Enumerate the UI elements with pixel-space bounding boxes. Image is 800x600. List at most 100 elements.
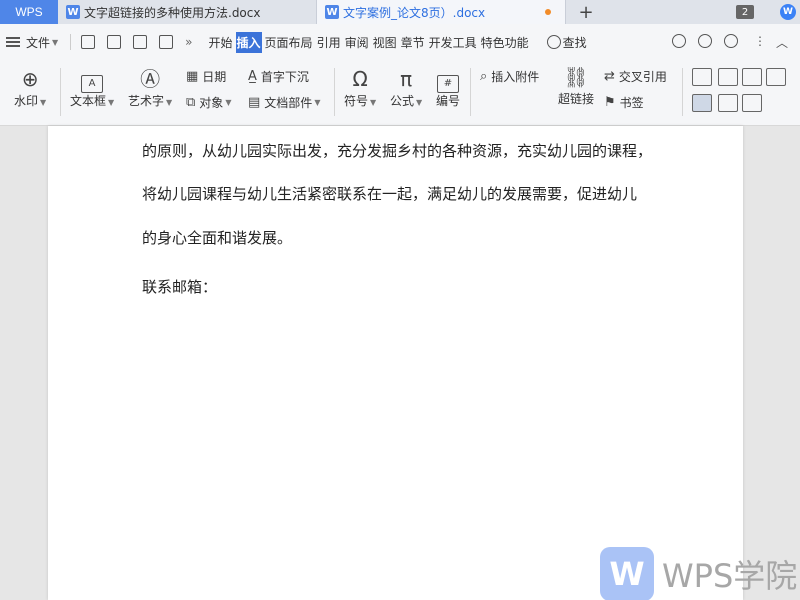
image-field-icon[interactable]	[718, 94, 738, 112]
tab-review[interactable]: 审阅	[344, 32, 370, 53]
tab-bar: WPS W 文字超链接的多种使用方法.docx W 文字案例_论文8页）.doc…	[0, 0, 800, 24]
watermark-label: 水印	[14, 94, 39, 108]
link-icon: ⛓	[563, 65, 589, 89]
divider	[470, 68, 471, 116]
chevron-down-icon: ▼	[40, 98, 47, 107]
search-button[interactable]: 查找	[541, 34, 587, 51]
tab-special[interactable]: 特色功能	[480, 32, 530, 53]
wordart-button[interactable]: Ⓐ 艺术字 ▼	[128, 66, 172, 109]
window-count-badge[interactable]: 2	[736, 5, 754, 19]
object-label: 对象	[199, 96, 224, 110]
menu-bar: 文件 ▼ » 开始 插入 页面布局 引用 审阅 视图 章节 开发工具 特色功能 …	[0, 24, 800, 60]
tab-spacer	[606, 0, 736, 24]
wps-home-tab[interactable]: WPS	[0, 0, 58, 24]
insert-attachment-button[interactable]: ⌕ 插入附件	[480, 68, 539, 85]
chevron-down-icon: ▼	[370, 98, 377, 107]
hamburger-icon	[6, 37, 20, 47]
chevron-down-icon: ▼	[108, 98, 115, 107]
dropcap-icon: A̲	[248, 69, 257, 84]
print-icon[interactable]	[133, 35, 148, 49]
wordart-icon: Ⓐ	[140, 67, 161, 91]
checkbox-icon[interactable]	[718, 68, 738, 86]
tab-references[interactable]: 引用	[316, 32, 342, 53]
tab-developer[interactable]: 开发工具	[428, 32, 478, 53]
symbol-button[interactable]: Ω 符号 ▼	[344, 66, 376, 109]
new-tab-button[interactable]: +	[566, 0, 606, 24]
wps-account-icon[interactable]: W	[780, 4, 796, 20]
chevron-down-icon: ▼	[314, 98, 321, 107]
unsaved-dot-icon	[545, 9, 551, 15]
bookmark-label: 书签	[619, 96, 644, 110]
crossref-button[interactable]: ⇄ 交叉引用	[604, 68, 667, 85]
document-tab-2[interactable]: W 文字案例_论文8页）.docx	[316, 0, 566, 24]
textbox-label: 文本框	[70, 94, 107, 108]
wps-academy-watermark: W WPS学院	[600, 547, 797, 600]
print-preview-icon[interactable]	[159, 35, 174, 49]
divider	[60, 68, 61, 116]
save-icon[interactable]	[81, 35, 96, 49]
paragraph-line[interactable]: 将幼儿园课程与幼儿生活紧密联系在一起，满足幼儿的发展需要，促进幼儿	[142, 183, 637, 204]
page-icon[interactable]	[766, 68, 786, 86]
lock-icon[interactable]	[742, 94, 762, 112]
menu-tabs: 开始 插入 页面布局 引用 审阅 视图 章节 开发工具 特色功能	[207, 31, 531, 53]
attachment-label: 插入附件	[491, 70, 540, 84]
wordart-label: 艺术字	[128, 94, 165, 108]
divider	[682, 68, 683, 116]
formula-button[interactable]: π 公式 ▼	[390, 66, 422, 109]
docpart-label: 文档部件	[264, 96, 313, 110]
search-icon	[546, 35, 561, 49]
watermark-button[interactable]: ⊕ 水印 ▼	[14, 66, 46, 109]
search-label: 查找	[562, 35, 587, 50]
textbox-button[interactable]: A 文本框 ▼	[70, 66, 114, 109]
divider	[334, 68, 335, 116]
omega-icon: Ω	[352, 67, 368, 91]
header-icon[interactable]	[692, 94, 712, 112]
add-user-icon[interactable]	[697, 33, 712, 48]
tab-insert[interactable]: 插入	[235, 31, 262, 53]
tab-view[interactable]: 视图	[372, 32, 398, 53]
document-area: 的原则，从幼儿园实际出发，充分发掘乡村的各种资源，充实幼儿园的课程， 将幼儿园课…	[0, 126, 800, 600]
document-tab-1-title: 文字超链接的多种使用方法.docx	[84, 5, 261, 20]
word-doc-icon: W	[66, 5, 80, 19]
tab-home[interactable]: 开始	[208, 32, 234, 53]
numbering-button[interactable]: # 编号	[436, 66, 460, 109]
hyperlink-button[interactable]: ⛓ 超链接	[558, 64, 594, 107]
bookmark-button[interactable]: ⚑ 书签	[604, 94, 644, 111]
header-footer-icon[interactable]	[692, 68, 712, 86]
dropcap-button[interactable]: A̲ 首字下沉	[248, 68, 309, 85]
file-menu-label: 文件	[26, 35, 51, 50]
share-icon[interactable]	[723, 33, 738, 48]
docpart-icon: ▤	[248, 95, 261, 110]
tab-page-layout[interactable]: 页面布局	[264, 32, 314, 53]
crossref-label: 交叉引用	[618, 70, 667, 84]
format-painter-icon[interactable]	[107, 35, 122, 49]
chevron-down-icon: ▼	[166, 98, 173, 107]
file-menu-button[interactable]: 文件 ▼	[0, 34, 58, 51]
document-tab-1[interactable]: W 文字超链接的多种使用方法.docx	[58, 0, 316, 24]
pi-icon: π	[400, 67, 413, 91]
more-tools-button[interactable]: »	[185, 35, 192, 49]
tab-chapter[interactable]: 章节	[400, 32, 426, 53]
paperclip-icon: ⌕	[480, 69, 488, 84]
watermark-icon: ⊕	[21, 67, 39, 91]
cloud-icon[interactable]	[671, 33, 686, 48]
insert-ribbon: ⊕ 水印 ▼ A 文本框 ▼ Ⓐ 艺术字 ▼ ▦ 日期 A̲ 首字下沉 ⧉ 对象 ▼ …	[0, 60, 800, 126]
document-page[interactable]: 的原则，从幼儿园实际出发，充分发掘乡村的各种资源，充实幼儿园的课程， 将幼儿园课…	[48, 126, 743, 600]
crossref-icon: ⇄	[604, 69, 615, 84]
contact-email-label[interactable]: 联系邮箱：	[142, 276, 217, 297]
paragraph-line[interactable]: 的原则，从幼儿园实际出发，充分发掘乡村的各种资源，充实幼儿园的课程，	[142, 140, 652, 161]
collapse-ribbon-icon[interactable]: ︿	[776, 34, 788, 51]
divider	[70, 34, 72, 50]
numbering-label: 编号	[436, 94, 461, 108]
menu-right-icons: ⋮ ︿	[666, 33, 788, 51]
form-field-icon[interactable]	[742, 68, 762, 86]
object-button[interactable]: ⧉ 对象 ▼	[186, 94, 231, 111]
hyperlink-label: 超链接	[558, 92, 595, 106]
more-options-icon[interactable]: ⋮	[754, 34, 766, 51]
date-button[interactable]: ▦ 日期	[186, 68, 226, 85]
symbol-label: 符号	[344, 94, 369, 108]
dropcap-label: 首字下沉	[260, 70, 309, 84]
formula-label: 公式	[390, 94, 415, 108]
docpart-button[interactable]: ▤ 文档部件 ▼	[248, 94, 320, 111]
paragraph-line[interactable]: 的身心全面和谐发展。	[142, 227, 292, 248]
